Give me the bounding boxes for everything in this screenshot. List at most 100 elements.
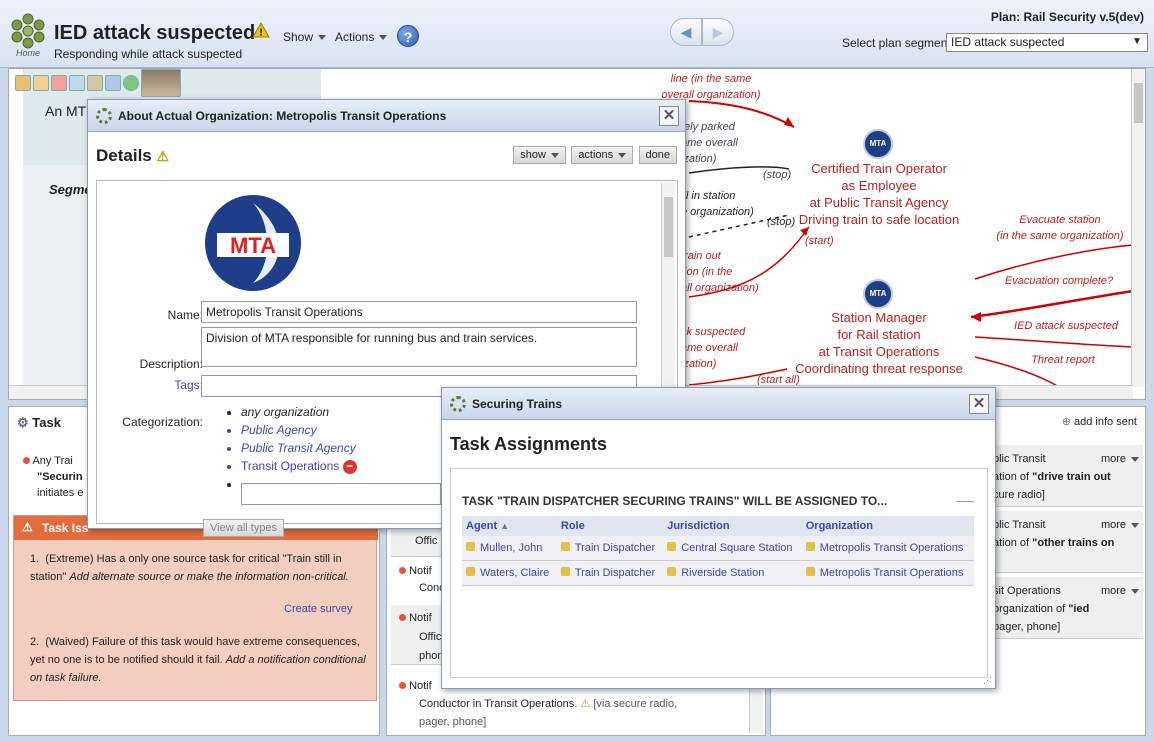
- column-header-role[interactable]: Role: [556, 516, 664, 536]
- dialog-title-bar[interactable]: Securing Trains ✕: [442, 388, 995, 420]
- organization-node-icon[interactable]: MTA: [863, 279, 893, 309]
- task-summary-line: "Securin: [37, 471, 83, 483]
- organization-node-icon[interactable]: MTA: [863, 129, 893, 159]
- agent-cell[interactable]: Mullen, John: [462, 536, 557, 561]
- remove-icon[interactable]: −: [342, 460, 357, 474]
- back-button[interactable]: ◀: [670, 18, 702, 46]
- gear-icon: [96, 108, 112, 124]
- dialog-title: Securing Trains: [472, 397, 563, 411]
- header-bar: Home IED attack suspected ! Responding w…: [0, 0, 1154, 68]
- chevron-down-icon: [550, 152, 559, 158]
- task-title-label: Task: [32, 415, 61, 430]
- role-cell[interactable]: Train Dispatcher: [556, 536, 664, 561]
- issue-severity: (Waived): [45, 636, 89, 648]
- table-row: Mullen, John Train Dispatcher Central Sq…: [462, 536, 974, 561]
- list-item[interactable]: blic Transit more ation of "other trains …: [989, 511, 1143, 573]
- chevron-down-icon: [1131, 456, 1139, 462]
- close-icon[interactable]: ✕: [969, 394, 989, 414]
- category-item[interactable]: Public Transit Agency: [241, 439, 357, 457]
- show-menu[interactable]: Show: [283, 30, 327, 44]
- actions-button[interactable]: actions: [571, 146, 634, 164]
- description-field[interactable]: Division of MTA responsible for running …: [201, 327, 637, 367]
- flow-label[interactable]: ck suspected ame overall ization): [681, 324, 771, 372]
- help-icon[interactable]: ?: [397, 25, 419, 47]
- flow-label[interactable]: train out tion (in the all organization): [681, 248, 771, 296]
- flow-node-station-manager[interactable]: Station Manager for Rail station at Tran…: [779, 309, 979, 377]
- logo-text: MTA: [230, 233, 276, 258]
- node-line: at Public Transit Agency: [809, 195, 949, 210]
- organization-cell[interactable]: Metropolis Transit Operations: [801, 536, 974, 561]
- category-item[interactable]: Public Agency: [241, 421, 357, 439]
- node-line: for Rail station: [837, 327, 921, 342]
- more-link[interactable]: more: [1101, 516, 1139, 534]
- show-button[interactable]: show: [513, 146, 566, 164]
- actions-menu[interactable]: Actions: [335, 30, 388, 44]
- list-item-text: Conc: [419, 582, 445, 594]
- flow-label[interactable]: Evacuate station (in the same organizati…: [985, 212, 1135, 244]
- issue-item: 2. (Waived) Failure of this task would h…: [30, 636, 366, 684]
- cell-text: Waters, Claire: [480, 567, 550, 579]
- cell-text: Central Square Station: [681, 542, 793, 554]
- person-icon: [466, 567, 475, 576]
- warning-icon: ⚠: [156, 148, 170, 164]
- page-title: IED attack suspected: [54, 22, 256, 44]
- column-header-agent[interactable]: Agent ▲: [462, 516, 557, 536]
- more-label: more: [1100, 519, 1126, 531]
- place-icon: [667, 542, 677, 551]
- add-info-sent-link[interactable]: ⊕ add info sent: [1062, 415, 1137, 428]
- flow-label[interactable]: Threat report: [1013, 354, 1113, 366]
- gear-icon: [450, 396, 466, 412]
- flow-label[interactable]: ill in station e organization): [681, 188, 771, 220]
- flow-label[interactable]: fely parked ame overall ization): [681, 119, 771, 167]
- more-link[interactable]: more: [1101, 582, 1139, 600]
- tags-label[interactable]: Tags:: [107, 378, 203, 392]
- list-item[interactable]: sit Operations more organization of "ied …: [989, 577, 1143, 639]
- organization-cell[interactable]: Metropolis Transit Operations: [801, 560, 974, 586]
- close-icon[interactable]: ✕: [659, 106, 679, 126]
- list-item-text: Notif: [409, 612, 432, 624]
- home-label[interactable]: Home: [16, 48, 40, 58]
- agent-cell[interactable]: Waters, Claire: [462, 560, 557, 586]
- list-item-text: Notif: [409, 680, 432, 692]
- home-logo-icon[interactable]: [10, 13, 46, 49]
- scroll-thumb[interactable]: [1134, 83, 1143, 123]
- role-icon: [560, 542, 570, 551]
- show-button-label: show: [520, 149, 546, 161]
- flow-node-train-operator[interactable]: Certified Train Operator as Employee at …: [779, 160, 979, 228]
- list-item-text: cure radio]: [993, 489, 1045, 501]
- role-cell[interactable]: Train Dispatcher: [556, 560, 664, 586]
- jurisdiction-cell[interactable]: Riverside Station: [663, 560, 802, 586]
- flow-label[interactable]: Evacuation complete?: [999, 275, 1119, 287]
- task-summary-line: initiates e: [37, 487, 84, 499]
- list-item-text: blic Transit: [993, 519, 1046, 531]
- resize-handle-icon[interactable]: ⋰: [983, 675, 992, 686]
- jurisdiction-cell[interactable]: Central Square Station: [663, 536, 802, 561]
- column-header-jurisdiction[interactable]: Jurisdiction: [663, 516, 802, 536]
- category-item[interactable]: Transit Operations −: [241, 457, 357, 475]
- category-item-label: Transit Operations: [241, 459, 340, 473]
- list-item[interactable]: blic Transit more ation of "drive train o…: [989, 445, 1143, 507]
- list-item-text: "drive train out: [1032, 471, 1111, 483]
- name-field[interactable]: Metropolis Transit Operations: [201, 301, 637, 323]
- create-survey-link[interactable]: Create survey: [284, 600, 352, 618]
- add-category-field[interactable]: [241, 483, 441, 505]
- forward-button[interactable]: ▶: [702, 18, 734, 46]
- flow-label[interactable]: (start): [805, 235, 834, 247]
- done-button[interactable]: done: [638, 146, 677, 164]
- flow-label[interactable]: IED attack suspected: [1001, 320, 1131, 332]
- segment-select-label: Select plan segment:: [842, 36, 955, 50]
- vertical-scrollbar[interactable]: [1131, 69, 1145, 387]
- place-icon: [667, 567, 677, 576]
- dialog-title-bar[interactable]: About Actual Organization: Metropolis Tr…: [88, 100, 685, 132]
- categorization-label: Categorization:: [122, 415, 203, 429]
- column-header-organization[interactable]: Organization: [801, 516, 974, 536]
- gear-icon: ⚙: [17, 415, 29, 430]
- list-item-text: "ied: [1068, 603, 1090, 615]
- segment-select[interactable]: IED attack suspected ▼: [946, 33, 1148, 52]
- add-info-label: add info sent: [1074, 416, 1137, 428]
- view-all-types-button[interactable]: View all types: [203, 519, 285, 537]
- task-assignments-heading: Task Assignments: [450, 434, 608, 454]
- more-link[interactable]: more: [1101, 450, 1139, 468]
- scroll-thumb[interactable]: [664, 197, 673, 257]
- node-line: at Transit Operations: [818, 344, 940, 359]
